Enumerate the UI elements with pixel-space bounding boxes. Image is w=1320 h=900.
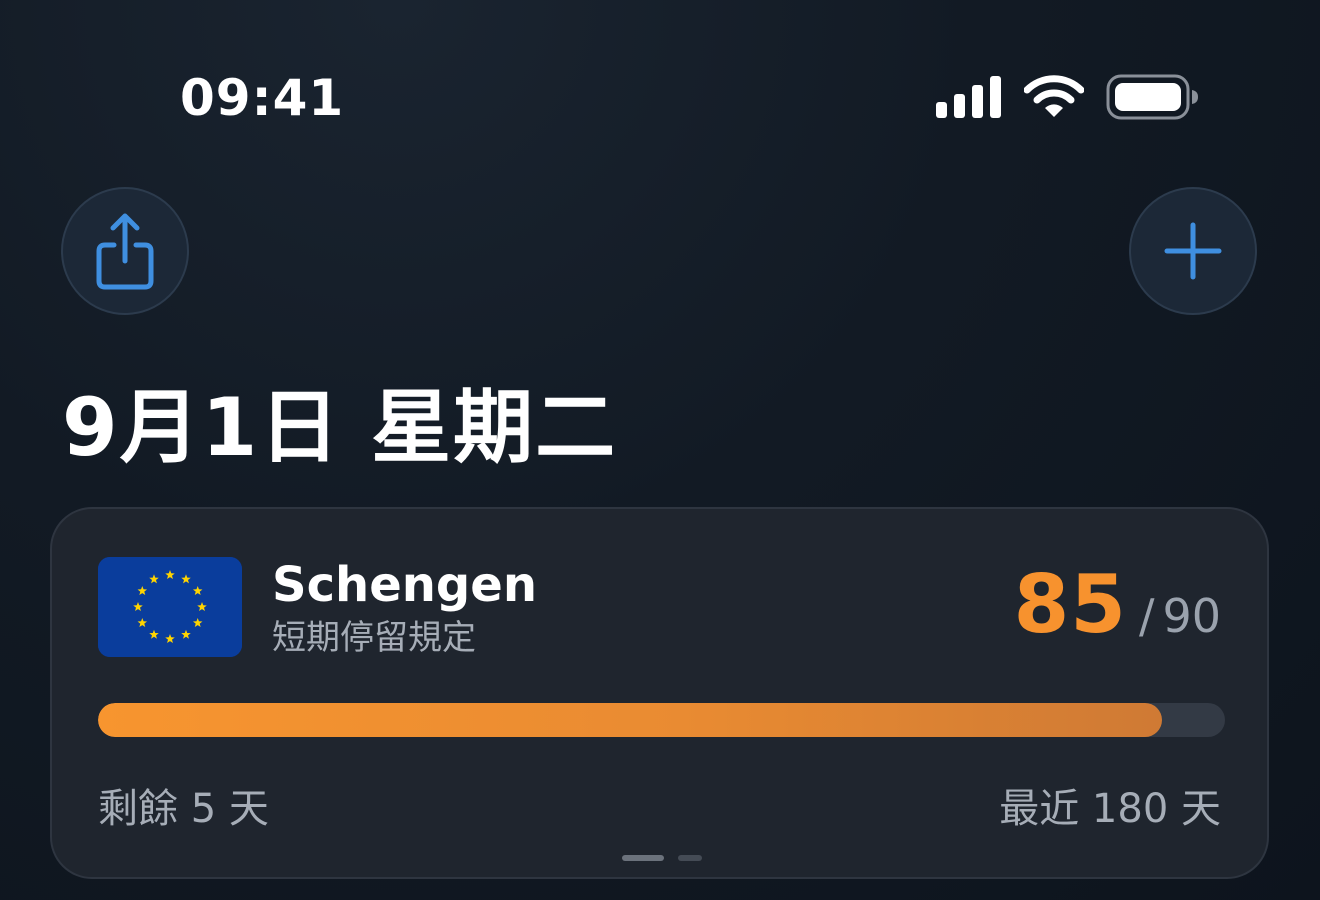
share-icon [96,213,154,290]
schengen-card[interactable]: Schengen 短期停留規定 85 / 90 剩餘 5 天 最近 180 天 [50,507,1269,879]
wifi-icon [1024,75,1084,117]
days-allowed: 90 [1162,589,1221,643]
page-dot-active[interactable] [622,855,664,861]
progress-bar [98,703,1225,737]
progress-fill [98,703,1162,737]
add-button[interactable] [1129,187,1257,315]
days-counter: 85 / 90 [1014,565,1221,645]
page-dot[interactable] [678,855,702,861]
share-button[interactable] [61,187,189,315]
days-used: 85 [1013,558,1127,651]
page-indicator[interactable] [622,855,702,861]
zone-subtitle: 短期停留規定 [272,618,476,658]
plus-icon [1164,222,1222,280]
remaining-days-label: 剩餘 5 天 [98,786,269,832]
status-time: 09:41 [180,69,345,127]
battery-icon [1106,74,1198,120]
zone-name: Schengen [272,557,538,613]
days-separator: / [1138,589,1155,643]
window-days-label: 最近 180 天 [999,786,1221,832]
cellular-signal-icon [936,76,1001,118]
eu-flag-icon [98,557,242,657]
status-icons [936,74,1200,120]
page-title: 9月1日 星期二 [62,381,618,474]
